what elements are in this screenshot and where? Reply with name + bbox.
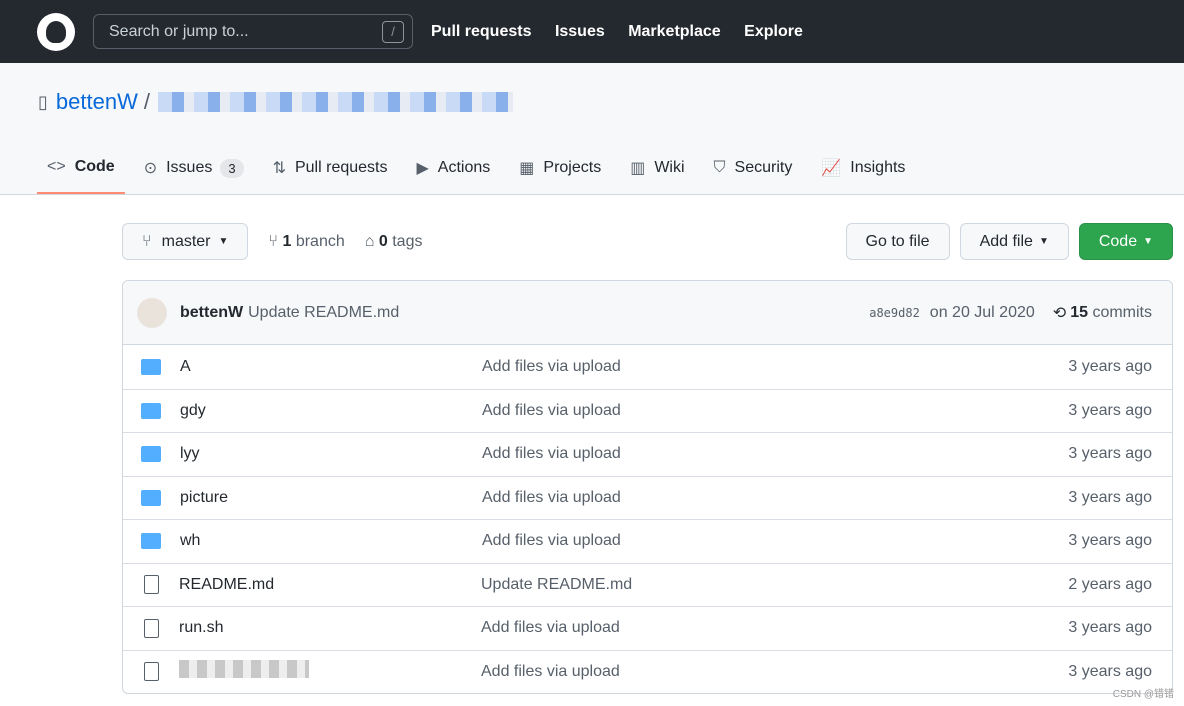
file-age: 2 years ago (1068, 575, 1152, 593)
issues-count-badge: 3 (220, 158, 244, 178)
commit-date: on 20 Jul 2020 (929, 303, 1035, 321)
file-row: run.sh Add files via upload 3 years ago (123, 606, 1172, 650)
file-commit-message[interactable]: Add files via upload (482, 532, 1068, 550)
folder-icon (141, 446, 161, 463)
file-commit-message[interactable]: Add files via upload (482, 445, 1068, 463)
github-logo-icon[interactable] (37, 12, 75, 51)
file-icon (144, 662, 159, 682)
repo-title: ▯ bettenW / (38, 89, 513, 115)
file-name-link[interactable]: gdy (180, 402, 482, 420)
file-row: README.md Update README.md 2 years ago (123, 562, 1172, 607)
history-icon: ⟲ (1052, 304, 1067, 322)
file-commit-message[interactable]: Add files via upload (481, 619, 1068, 637)
folder-icon (141, 402, 161, 419)
file-row: A Add files via upload 3 years ago (123, 345, 1172, 389)
file-age: 3 years ago (1068, 619, 1152, 637)
branch-icon: ⑂ (142, 232, 152, 250)
play-icon: ▶ (416, 160, 429, 177)
file-name-link[interactable]: README.md (179, 576, 481, 594)
file-name-link[interactable]: run.sh (179, 619, 481, 637)
commits-count[interactable]: 15 (1070, 304, 1088, 322)
branch-select-button[interactable]: ⑂ master ▼ (122, 223, 249, 260)
tab-issues[interactable]: ⊙ Issues 3 (134, 158, 254, 194)
tab-insights[interactable]: 📈 Insights (811, 158, 915, 194)
file-age: 3 years ago (1068, 357, 1152, 375)
file-icon (144, 575, 159, 595)
slash-shortcut-key: / (382, 20, 404, 43)
folder-icon (141, 489, 161, 506)
file-commit-message[interactable]: Add files via upload (482, 358, 1068, 376)
file-row: lyy Add files via upload 3 years ago (123, 432, 1172, 476)
file-age: 3 years ago (1068, 401, 1152, 419)
file-name-link[interactable]: wh (180, 532, 482, 550)
pull-request-icon: ⇅ (272, 160, 286, 177)
tab-projects[interactable]: ▦ Projects (509, 158, 611, 194)
caret-down-icon: ▼ (1143, 236, 1153, 247)
code-button[interactable]: Code ▼ (1078, 223, 1173, 260)
file-age: 3 years ago (1068, 445, 1152, 463)
caret-down-icon: ▼ (218, 236, 229, 247)
tab-security[interactable]: ⛉ Security (704, 158, 803, 194)
file-commit-message[interactable]: Add files via upload (481, 663, 1068, 681)
nav-marketplace[interactable]: Marketplace (628, 23, 721, 40)
tab-wiki[interactable]: ▥ Wiki (620, 158, 694, 194)
code-icon: <> (47, 158, 66, 175)
repo-toolbar: ⑂ master ▼ ⑂ 1 branch ⌂ 0 tags Go to file … (122, 223, 1173, 260)
shield-icon: ⛉ (713, 159, 726, 176)
tab-pull-requests[interactable]: ⇅ Pull requests (263, 158, 398, 194)
go-to-file-button[interactable]: Go to file (845, 223, 950, 260)
file-name-link[interactable]: lyy (180, 445, 482, 463)
commits-link[interactable]: commits (1092, 304, 1152, 322)
file-row: wh Add files via upload 3 years ago (123, 519, 1172, 563)
file-browser: bettenW Update README.md a8e9d82 on 20 J… (122, 280, 1173, 694)
file-commit-message[interactable]: Add files via upload (482, 489, 1068, 507)
file-commit-message[interactable]: Add files via upload (482, 402, 1068, 420)
add-file-button[interactable]: Add file ▼ (959, 223, 1069, 260)
table-icon: ▦ (519, 160, 535, 177)
branches-link[interactable]: ⑂ 1 branch (268, 233, 344, 251)
tab-code[interactable]: <> Code (37, 158, 125, 194)
file-row: picture Add files via upload 3 years ago (123, 475, 1172, 520)
tag-icon: ⌂ (364, 232, 375, 250)
tab-actions[interactable]: ▶ Actions (406, 158, 500, 194)
repo-name-redacted[interactable] (157, 92, 513, 112)
file-age: 3 years ago (1068, 532, 1152, 550)
file-name-link[interactable]: picture (180, 489, 482, 507)
caret-down-icon: ▼ (1038, 236, 1049, 247)
nav-explore[interactable]: Explore (744, 23, 803, 40)
repo-header: ▯ bettenW / <> Code ⊙ Issues 3 ⇅ Pull requests… (0, 63, 1184, 195)
file-row: Add files via upload 3 years ago (123, 649, 1172, 694)
tags-link[interactable]: ⌂ 0 tags (365, 233, 423, 251)
folder-icon (141, 358, 161, 375)
file-name-link[interactable]: A (180, 358, 482, 376)
file-icon (144, 618, 159, 638)
global-header: Search or jump to... / Pull requests Issu… (0, 0, 1184, 63)
nav-pull-requests[interactable]: Pull requests (431, 23, 531, 40)
file-age: 3 years ago (1068, 488, 1152, 506)
issue-icon: ⊙ (143, 160, 158, 177)
repo-icon: ▯ (38, 91, 48, 112)
file-row: gdy Add files via upload 3 years ago (123, 388, 1172, 433)
latest-commit: bettenW Update README.md a8e9d82 on 20 J… (123, 281, 1172, 345)
book-icon: ▥ (630, 160, 646, 177)
watermark: CSDN @错错 (1112, 689, 1174, 700)
nav-issues[interactable]: Issues (555, 23, 605, 40)
commit-sha[interactable]: a8e9d82 (869, 306, 920, 320)
commit-message[interactable]: Update README.md (248, 304, 399, 322)
folder-icon (141, 533, 161, 550)
file-age: 3 years ago (1068, 662, 1152, 680)
file-commit-message[interactable]: Update README.md (481, 576, 1068, 594)
search-input[interactable]: Search or jump to... / (93, 14, 413, 49)
commit-author[interactable]: bettenW (180, 304, 243, 322)
repo-owner-link[interactable]: bettenW (56, 89, 138, 115)
file-name-redacted[interactable] (179, 660, 481, 683)
graph-icon: 📈 (821, 160, 842, 177)
avatar[interactable] (137, 297, 167, 328)
